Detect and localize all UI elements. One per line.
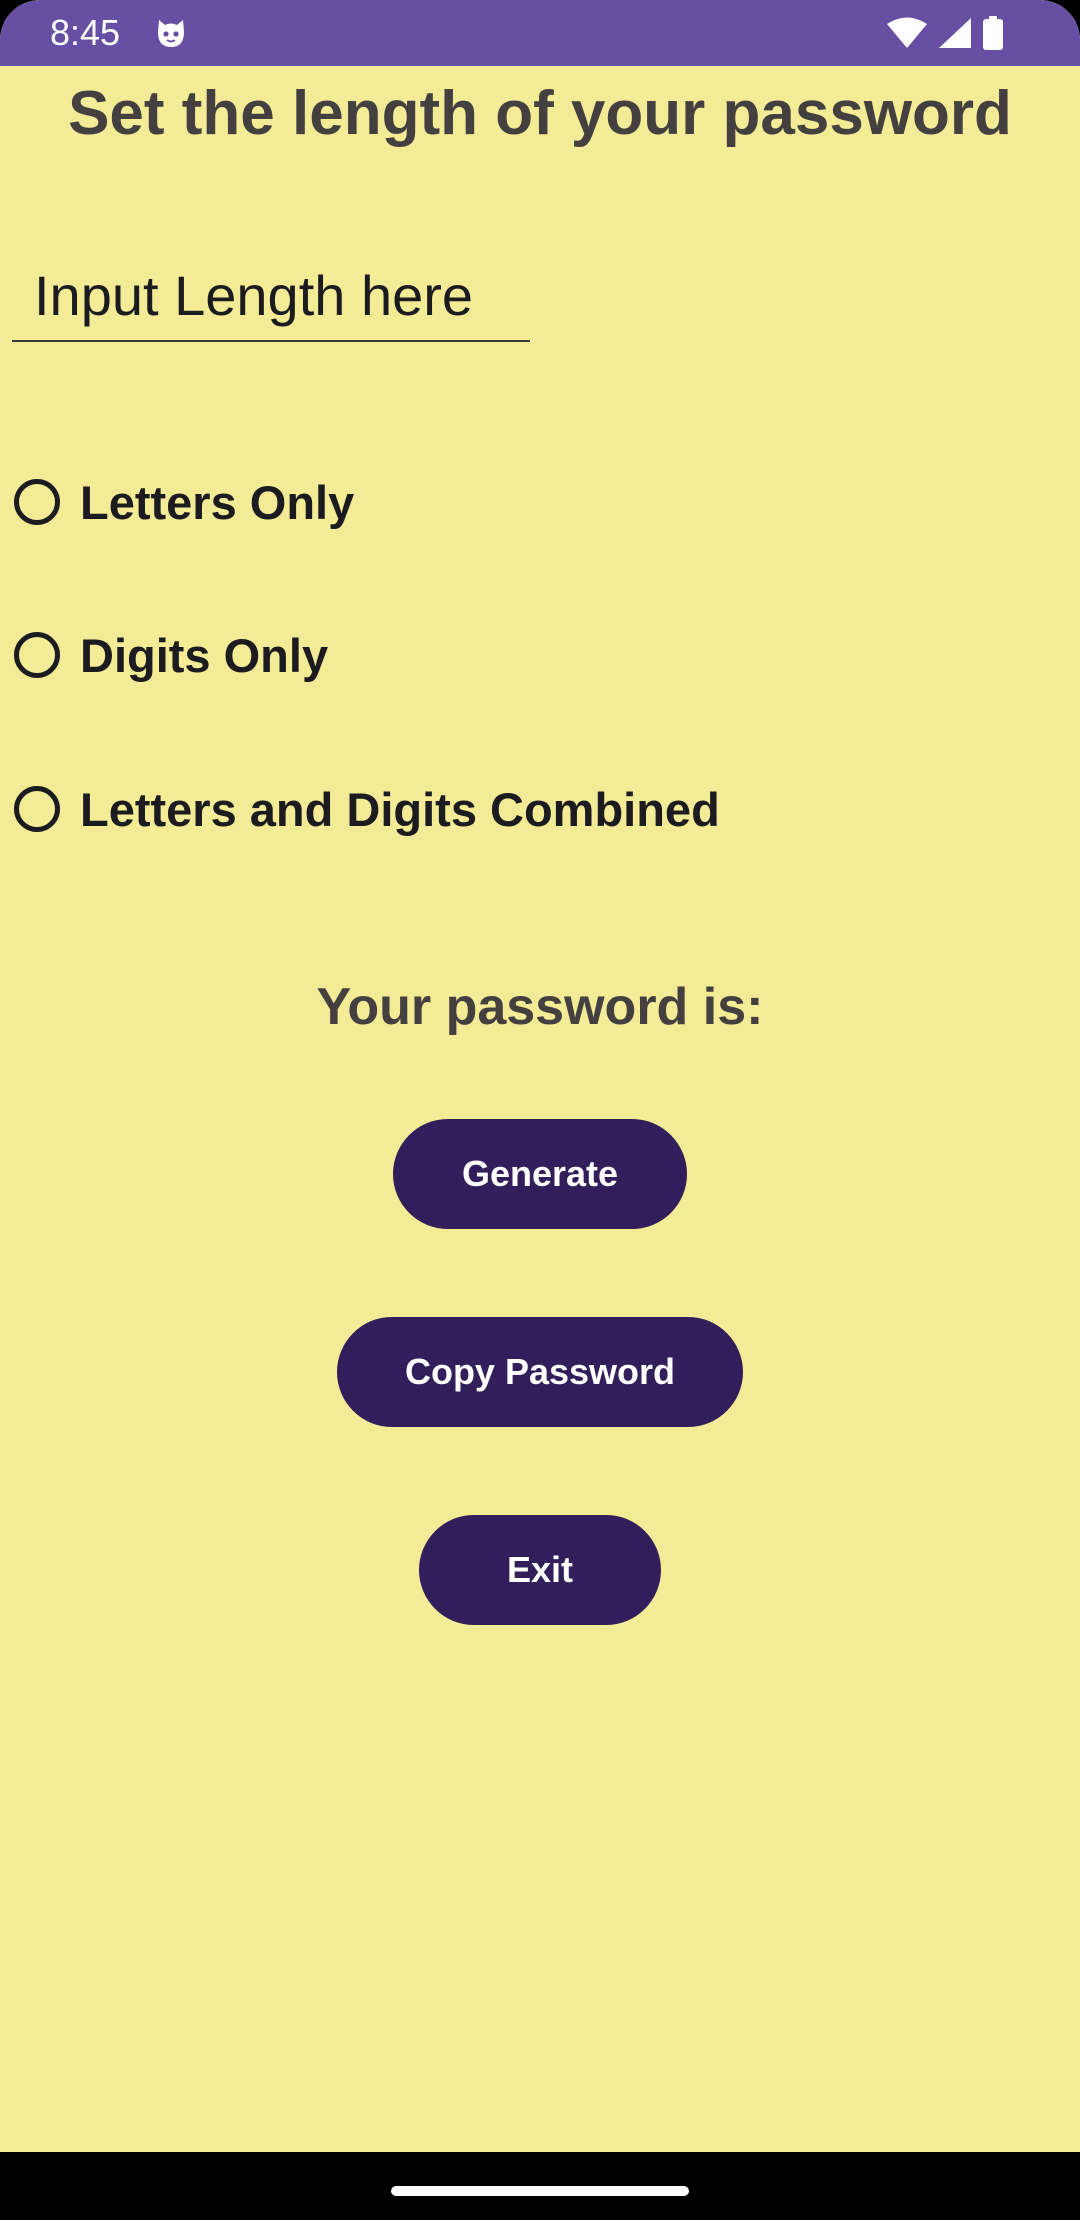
radio-label: Digits Only (80, 628, 329, 682)
cat-face-icon (154, 16, 188, 50)
navigation-bar (0, 2152, 1080, 2220)
radio-button-icon[interactable] (14, 632, 60, 678)
generate-button[interactable]: Generate (393, 1119, 687, 1229)
radio-digits-only[interactable]: Digits Only (14, 615, 328, 695)
wifi-icon (886, 17, 928, 49)
radio-letters-only[interactable]: Letters Only (14, 462, 354, 542)
radio-button-icon[interactable] (14, 786, 60, 832)
password-result-label: Your password is: (316, 978, 764, 1036)
battery-icon (982, 16, 1004, 50)
radio-button-icon[interactable] (14, 479, 60, 525)
home-gesture-handle[interactable] (391, 2186, 689, 2196)
copy-password-button[interactable]: Copy Password (337, 1317, 743, 1427)
radio-label: Letters and Digits Combined (80, 782, 720, 836)
page-title: Set the length of your password (68, 79, 1012, 148)
status-icons (886, 14, 1004, 52)
radio-letters-and-digits[interactable]: Letters and Digits Combined (14, 769, 720, 849)
app-screen: 8:45 Set the length of your password Inp… (0, 0, 1080, 2220)
status-bar: 8:45 (0, 0, 1080, 66)
status-time: 8:45 (50, 12, 121, 53)
radio-label: Letters Only (80, 475, 355, 529)
signal-icon (938, 17, 972, 49)
exit-button[interactable]: Exit (419, 1515, 661, 1625)
length-input[interactable] (12, 250, 530, 342)
